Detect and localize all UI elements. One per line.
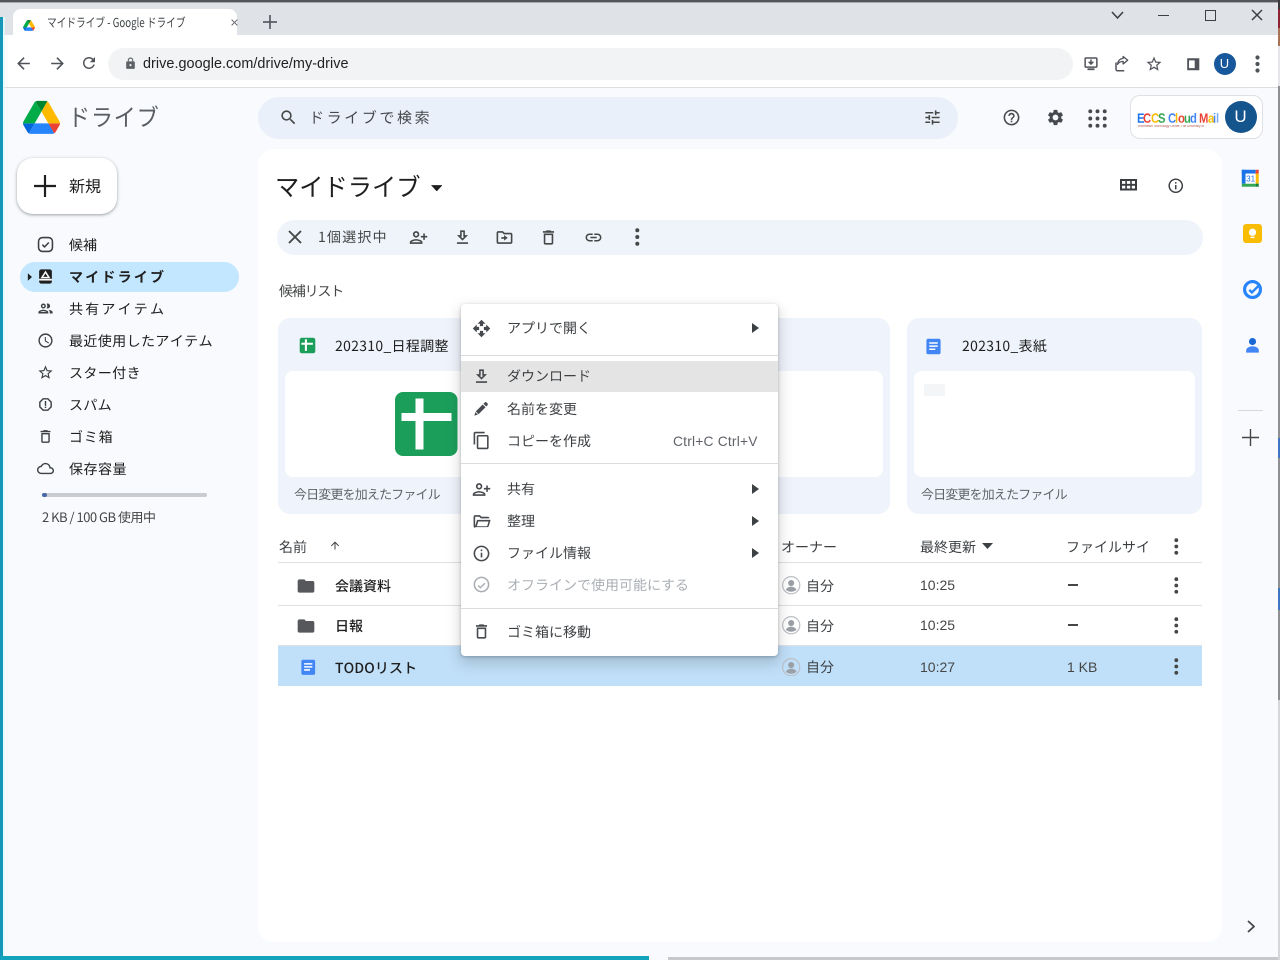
svg-text:31: 31 <box>1246 174 1255 183</box>
